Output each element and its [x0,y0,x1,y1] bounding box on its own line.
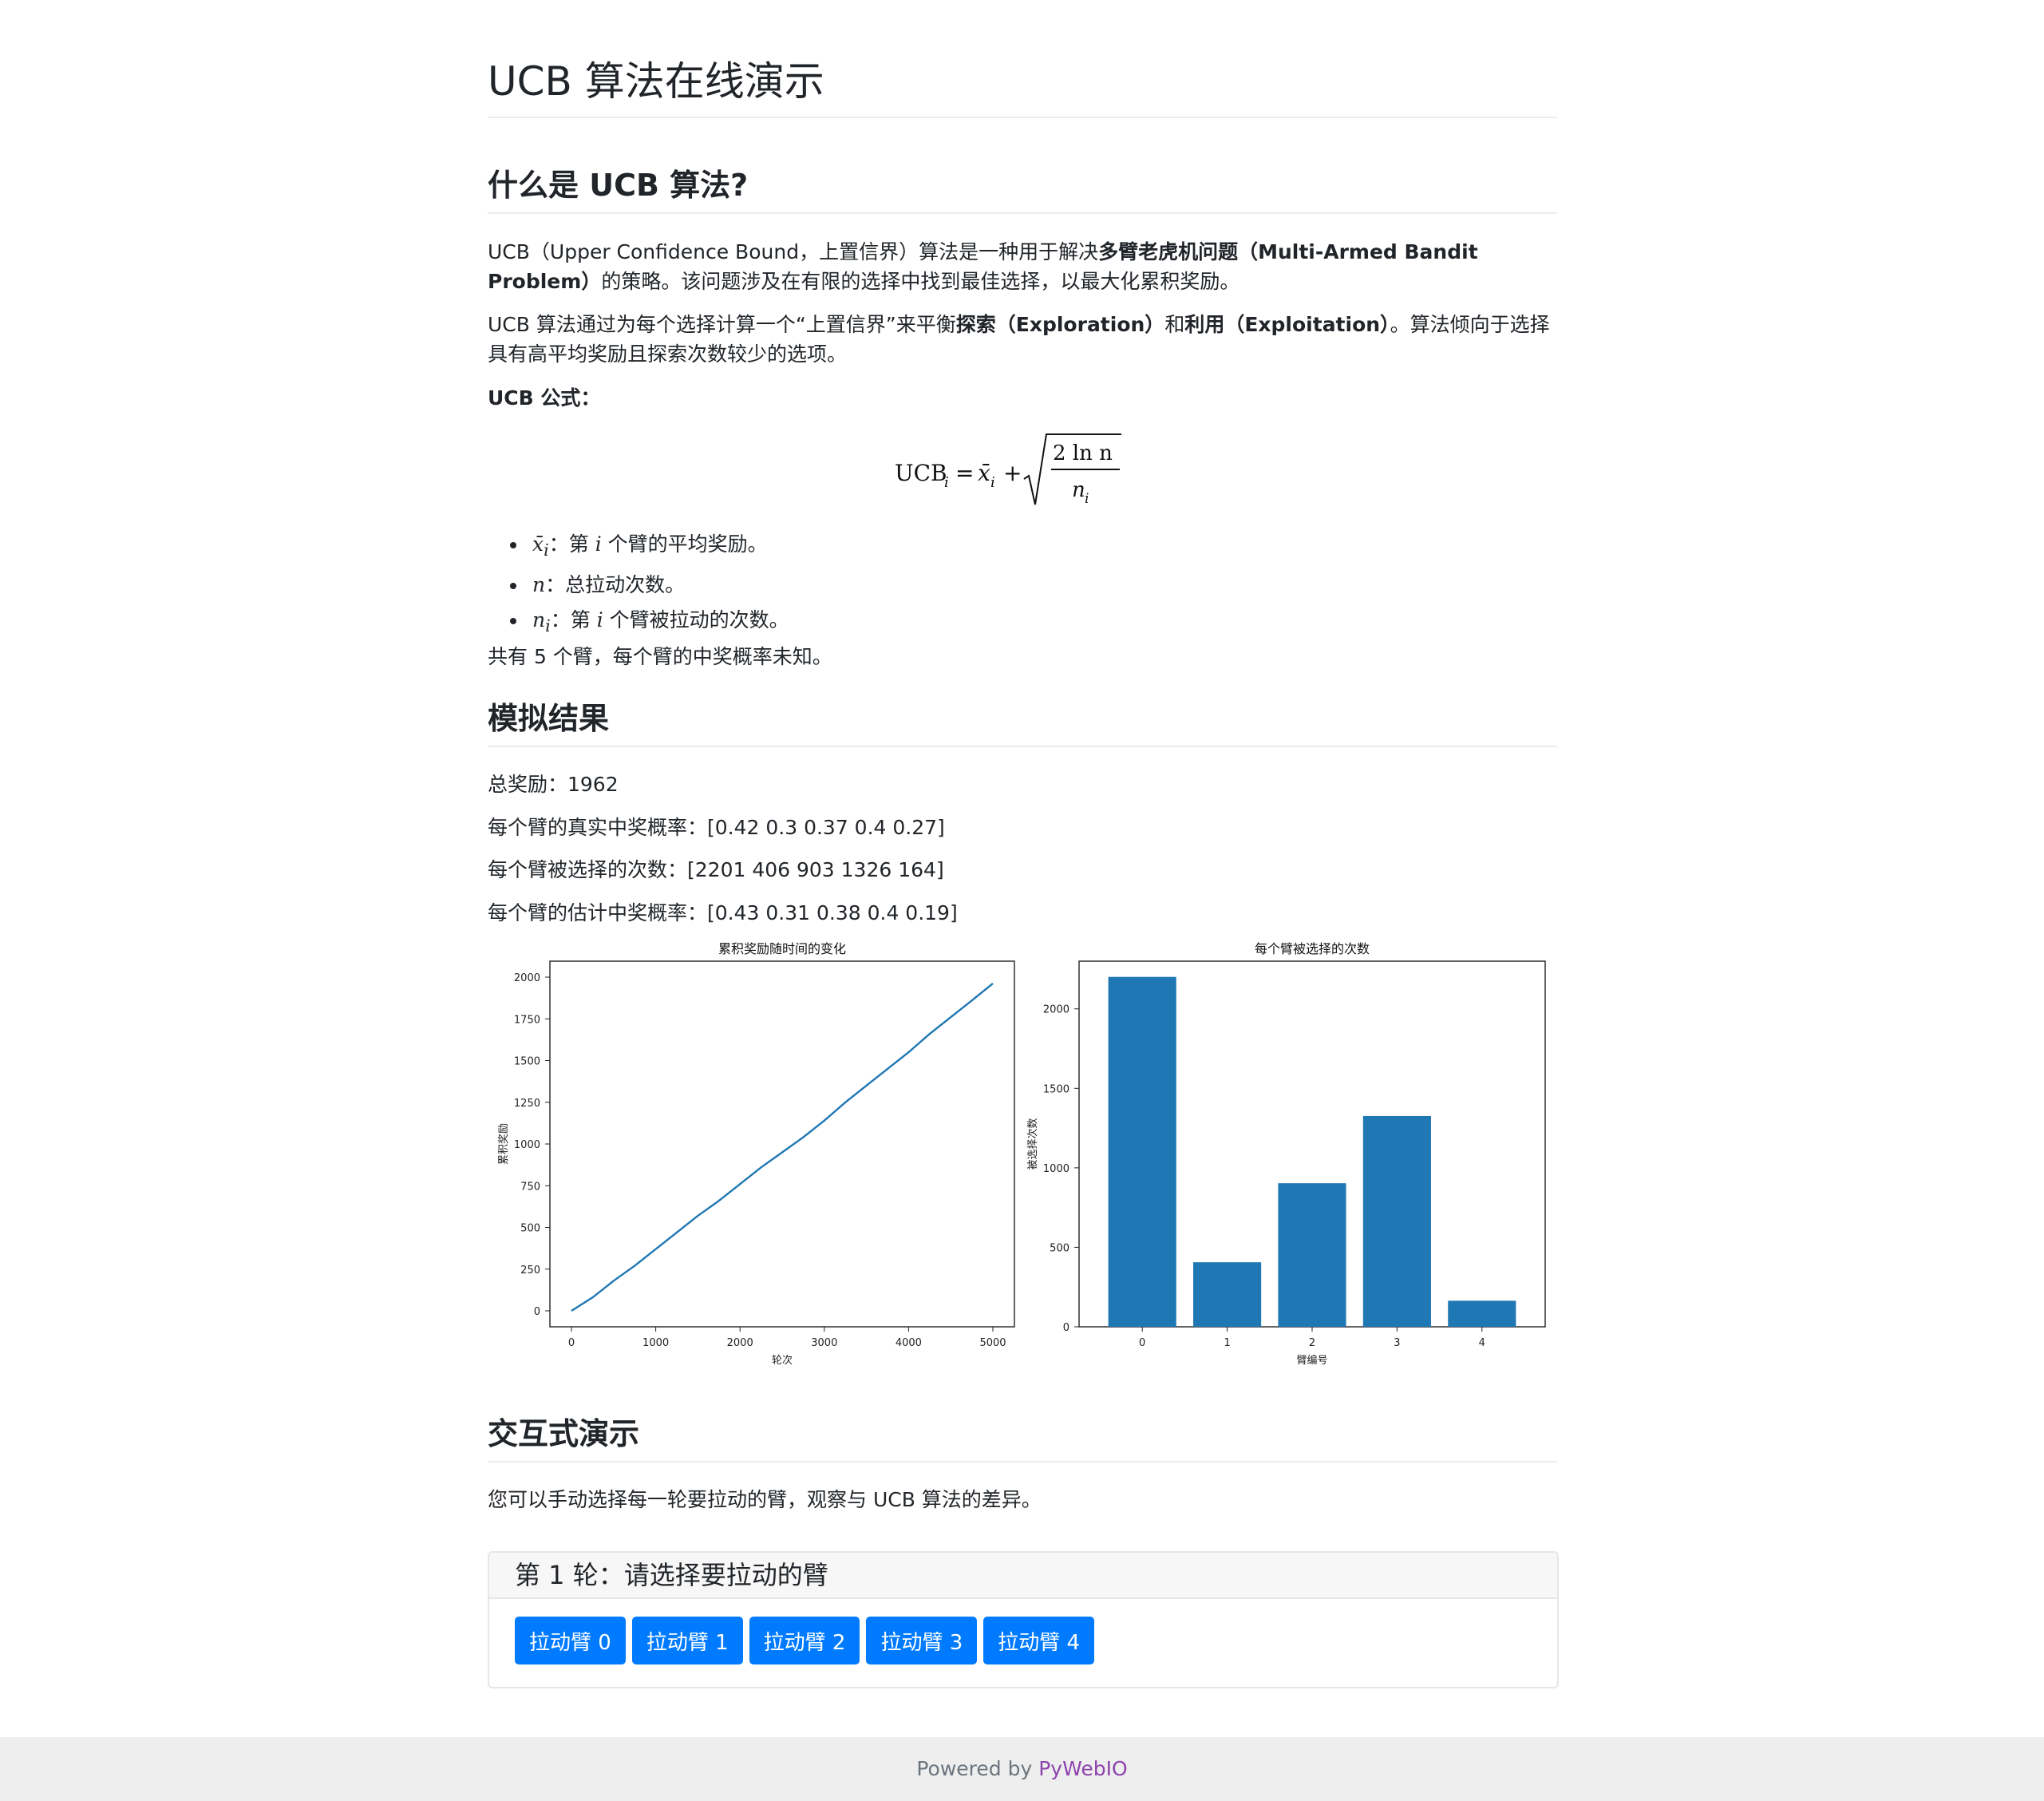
pull-arm-1-button[interactable]: 拉动臂 1 [631,1617,743,1664]
y-tick-label: 1250 [514,1098,540,1110]
y-tick-label: 1500 [514,1056,540,1068]
x-tick-label: 2 [1309,1337,1315,1349]
x-tick-label: 5000 [979,1337,1006,1349]
formula-label: UCB 公式： [488,386,601,410]
bar-arm-4 [1448,1300,1516,1327]
pull-arm-3-button[interactable]: 拉动臂 3 [866,1617,978,1664]
round-card: 第 1 轮：请选择要拉动的臂 拉动臂 0 拉动臂 1 拉动臂 2 拉动臂 3 拉… [488,1551,1559,1688]
formula-eq: = [955,460,974,486]
list-item: n：总拉动次数。 [528,568,789,603]
formula-numerator: 2 ln n [1053,441,1113,465]
intro-p2-bold-exploit: 利用（Exploitation） [1184,313,1390,336]
var-text: ：第 [548,532,595,556]
bar-arm-1 [1193,1262,1262,1327]
y-tick-label: 0 [1063,1322,1069,1334]
intro-p2-and: 和 [1164,313,1185,336]
var-subscript: i [544,540,549,560]
formula-lhs: UCB [895,460,947,486]
bar-chart-ylabel: 被选择次数 [1026,1118,1039,1170]
bar-chart-title: 每个臂被选择的次数 [1255,942,1370,956]
footer-prefix: Powered by [916,1757,1039,1780]
intro-p1-tail: 的策略。该问题涉及在有限的选择中找到最佳选择，以最大化累积奖励。 [601,270,1240,293]
charts-svg: 累积奖励随时间的变化0 1000 2000 3000 4000 5000025050075… [498,941,1546,1367]
y-tick-label: 1000 [514,1139,540,1151]
pull-arm-4-button[interactable]: 拉动臂 4 [983,1617,1095,1664]
selection-counts: 每个臂被选择的次数：[2201 406 903 1326 164] [488,858,944,881]
bar-chart-xlabel: 臂编号 [1296,1355,1327,1367]
list-item: ni：第 i 个臂被拉动的次数。 [528,603,789,643]
x-tick-label: 2000 [727,1337,753,1349]
intro-p2-text: UCB 算法通过为每个选择计算一个“上置信界”来平衡 [488,313,956,336]
total-reward: 总奖励：1962 [488,773,619,796]
var-text: ：第 [550,608,597,631]
intro-heading: 什么是 UCB 算法? [488,163,1557,214]
line-chart-title: 累积奖励随时间的变化 [718,942,846,956]
intro-p1-text: UCB（Upper Confidence Bound，上置信界）算法是一种用于解… [488,240,1099,263]
list-item: x̄i：第 i 个臂的平均奖励。 [528,527,789,568]
round-label: 第 1 轮：请选择要拉动的臂 [489,1553,1557,1599]
formula-lhs-sub: i [944,474,949,491]
y-tick-label: 1500 [1043,1083,1069,1095]
intro-p2-bold-explore: 探索（Exploration） [955,313,1165,336]
bar-arm-0 [1108,976,1176,1327]
var-tail: 个臂被拉动的次数。 [603,608,789,631]
x-tick-label: 3 [1394,1337,1400,1349]
ucb-formula: UCB i = x̄ i + 2 ln n n i [488,431,1557,511]
estimated-probabilities: 每个臂的估计中奖概率：[0.43 0.31 0.38 0.4 0.19] [488,901,958,924]
ucb-formula-svg: UCB i = x̄ i + 2 ln n n i [895,433,1121,507]
var-symbol: n [532,608,546,631]
intro-paragraph-2: UCB 算法通过为每个选择计算一个“上置信界”来平衡探索（Exploration… [488,310,1557,369]
interactive-description: 您可以手动选择每一轮要拉动的臂，观察与 UCB 算法的差异。 [488,1488,1042,1511]
var-symbol: n [532,573,546,596]
pull-arm-2-button[interactable]: 拉动臂 2 [749,1617,860,1664]
interactive-heading: 交互式演示 [488,1411,1557,1463]
y-tick-label: 250 [520,1265,540,1277]
bar-arm-3 [1362,1115,1431,1327]
var-index: i [595,532,602,556]
line-chart-xlabel: 轮次 [772,1354,793,1367]
x-tick-label: 3000 [811,1337,837,1349]
var-tail: 个臂的平均奖励。 [601,532,768,556]
line-chart-frame [549,960,1015,1328]
var-text: ：总拉动次数。 [545,573,686,596]
var-subscript: i [545,616,551,635]
y-tick-label: 1000 [1043,1163,1069,1175]
results-heading: 模拟结果 [488,696,1557,747]
arm-buttons: 拉动臂 0 拉动臂 1 拉动臂 2 拉动臂 3 拉动臂 4 [515,1617,1095,1664]
cumulative-reward-line [571,982,994,1312]
page: UCB 算法在线演示 什么是 UCB 算法? UCB（Upper Confide… [0,0,2044,1801]
charts-figure: 累积奖励随时间的变化 0 1000 2000 3000 4000 5000 0 250 500 75… [488,941,1557,1389]
formula-xbar: x̄ [978,460,990,486]
x-tick-label: 0 [568,1337,575,1349]
x-tick-label: 1000 [642,1337,669,1349]
y-tick-label: 2000 [1043,1004,1069,1016]
x-tick-label: 4000 [895,1337,922,1349]
formula-xbar-sub: i [990,474,995,491]
y-tick-label: 500 [520,1223,540,1235]
y-tick-label: 500 [1050,1242,1069,1254]
formula-denominator: n [1072,478,1085,502]
true-probabilities: 每个臂的真实中奖概率：[0.42 0.3 0.37 0.4 0.27] [488,816,945,839]
formula-denominator-sub: i [1085,491,1089,507]
formula-variable-list: x̄i：第 i 个臂的平均奖励。 n：总拉动次数。 ni：第 i 个臂被拉动的次… [520,527,789,643]
var-index: i [596,608,603,631]
x-tick-label: 0 [1139,1337,1145,1349]
intro-paragraph-1: UCB（Upper Confidence Bound，上置信界）算法是一种用于解… [488,237,1557,296]
y-tick-label: 2000 [514,972,540,984]
arms-note: 共有 5 个臂，每个臂的中奖概率未知。 [488,645,832,668]
y-tick-label: 1750 [514,1014,540,1026]
line-chart-ylabel: 累积奖励 [498,1123,510,1165]
pull-arm-0-button[interactable]: 拉动臂 0 [515,1617,626,1664]
pywebio-link[interactable]: PyWebIO [1038,1757,1127,1780]
y-tick-label: 750 [520,1181,540,1193]
var-symbol: x̄ [532,532,544,556]
footer: Powered by PyWebIO [0,1737,2044,1801]
y-tick-label: 0 [534,1306,540,1318]
bar-arm-2 [1278,1183,1346,1327]
page-title: UCB 算法在线演示 [488,49,1557,118]
formula-plus: + [1003,460,1022,486]
x-tick-label: 4 [1479,1337,1485,1349]
x-tick-label: 1 [1224,1337,1230,1349]
